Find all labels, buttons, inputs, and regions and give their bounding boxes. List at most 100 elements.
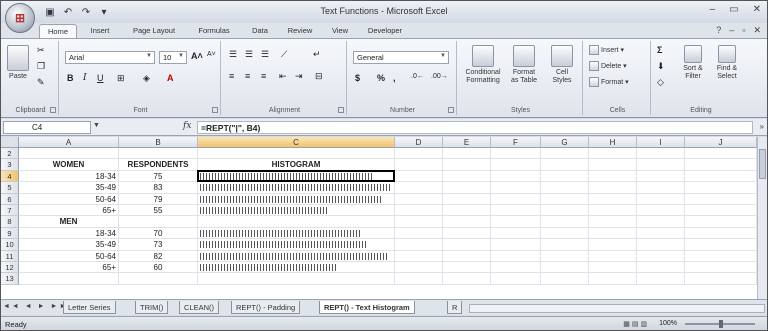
row-header-7[interactable]: 7	[1, 205, 19, 217]
cell-g3[interactable]	[541, 159, 589, 171]
cell-a7[interactable]: 65+	[19, 205, 119, 217]
cell-e6[interactable]	[443, 193, 491, 205]
number-format-combo[interactable]: General ▼	[353, 51, 449, 64]
bold-icon[interactable]: B	[67, 73, 74, 83]
vertical-scroll-thumb[interactable]	[759, 149, 766, 179]
cell-a3[interactable]: WOMEN	[19, 159, 119, 171]
borders-icon[interactable]: ⊞	[117, 73, 125, 84]
cell-f6[interactable]	[491, 193, 541, 205]
row-header-12[interactable]: 12	[1, 262, 19, 274]
cell-g4[interactable]	[541, 170, 589, 183]
row-header-2[interactable]: 2	[1, 148, 19, 160]
minimize-icon[interactable]: –	[729, 25, 734, 36]
column-header-j[interactable]: J	[685, 137, 757, 148]
cell-j3[interactable]	[685, 159, 757, 171]
cell-f12[interactable]	[491, 262, 541, 274]
cell-h5[interactable]	[589, 182, 637, 194]
row-header-13[interactable]: 13	[1, 273, 19, 285]
align-middle-icon[interactable]: ☰	[245, 49, 253, 60]
column-header-a[interactable]: A	[19, 137, 119, 148]
cell-f7[interactable]	[491, 205, 541, 217]
cell-d5[interactable]	[395, 182, 443, 194]
cell-h11[interactable]	[589, 250, 637, 262]
cell-j11[interactable]	[685, 250, 757, 262]
office-button[interactable]: ⊞	[5, 3, 35, 33]
cell-h8[interactable]	[589, 216, 637, 228]
find-select-button[interactable]: Find & Select	[711, 45, 743, 81]
cell-e12[interactable]	[443, 262, 491, 274]
cell-f4[interactable]	[491, 170, 541, 183]
decrease-decimal-icon[interactable]: .00→	[431, 73, 448, 80]
row-header-6[interactable]: 6	[1, 193, 19, 205]
cell-g5[interactable]	[541, 182, 589, 194]
cell-a11[interactable]: 50-64	[19, 250, 119, 262]
paste-button[interactable]: Paste	[5, 45, 31, 81]
cell-h3[interactable]	[589, 159, 637, 171]
cell-e2[interactable]	[443, 148, 491, 160]
cell-b12[interactable]: 60	[119, 262, 198, 274]
cell-d4[interactable]	[395, 170, 443, 183]
expand-formula-bar-icon[interactable]: »	[760, 122, 764, 131]
cell-b3[interactable]: RESPONDENTS	[119, 159, 198, 171]
tab-review[interactable]: Review	[281, 24, 319, 38]
cell-e4[interactable]	[443, 170, 491, 183]
sheet-tab-rept-histogram[interactable]: REPT() - Text Histogram	[319, 301, 415, 314]
cell-g2[interactable]	[541, 148, 589, 160]
wrap-text-icon[interactable]: ↵	[313, 49, 321, 60]
fill-color-icon[interactable]: ◈	[143, 73, 150, 84]
sheet-tab-letter-series[interactable]: Letter Series	[63, 301, 116, 314]
font-name-combo[interactable]: Arial ▼	[65, 51, 155, 64]
column-header-i[interactable]: I	[637, 137, 685, 148]
cell-h9[interactable]	[589, 227, 637, 240]
cell-b13[interactable]	[119, 273, 198, 285]
cell-a10[interactable]: 35-49	[19, 239, 119, 251]
tab-formulas[interactable]: Formulas	[191, 24, 237, 38]
worksheet-grid[interactable]: A B C D E F G H I J 2 3 WOMEN RESPONDENTS HISTOGRAM 4 18…	[1, 137, 757, 299]
cell-b5[interactable]: 83	[119, 182, 198, 194]
cell-i11[interactable]	[637, 250, 685, 262]
cell-c13[interactable]	[198, 273, 395, 285]
cell-d9[interactable]	[395, 227, 443, 240]
cell-g7[interactable]	[541, 205, 589, 217]
cell-e10[interactable]	[443, 239, 491, 251]
cell-a8[interactable]: MEN	[19, 216, 119, 228]
align-center-icon[interactable]: ≡	[245, 71, 250, 81]
align-right-icon[interactable]: ≡	[261, 71, 266, 81]
cell-j5[interactable]	[685, 182, 757, 194]
cell-b2[interactable]	[119, 148, 198, 160]
cell-e13[interactable]	[443, 273, 491, 285]
tab-insert[interactable]: Insert	[83, 24, 117, 38]
select-all-corner[interactable]	[1, 137, 19, 148]
currency-button[interactable]: $	[355, 73, 360, 83]
cell-f8[interactable]	[491, 216, 541, 228]
cell-h7[interactable]	[589, 205, 637, 217]
name-box[interactable]: C4	[3, 121, 91, 134]
comma-button[interactable]: ,	[393, 73, 396, 83]
cell-i12[interactable]	[637, 262, 685, 274]
cell-a6[interactable]: 50-64	[19, 193, 119, 205]
cell-d6[interactable]	[395, 193, 443, 205]
cell-i9[interactable]	[637, 227, 685, 240]
cell-d7[interactable]	[395, 205, 443, 217]
cell-a9[interactable]: 18-34	[19, 227, 119, 240]
cell-j6[interactable]	[685, 193, 757, 205]
sheet-tab-clean[interactable]: CLEAN()	[179, 301, 220, 314]
conditional-formatting-button[interactable]: Conditional Formatting	[461, 45, 505, 85]
cell-d11[interactable]	[395, 250, 443, 262]
cell-f13[interactable]	[491, 273, 541, 285]
cell-d8[interactable]	[395, 216, 443, 228]
align-left-icon[interactable]: ≡	[229, 71, 234, 81]
italic-icon[interactable]: I	[83, 73, 87, 83]
clipboard-launcher-icon[interactable]	[50, 107, 56, 113]
number-launcher-icon[interactable]	[448, 107, 454, 113]
cell-j12[interactable]	[685, 262, 757, 274]
cell-i13[interactable]	[637, 273, 685, 285]
format-as-table-button[interactable]: Format as Table	[505, 45, 543, 85]
cell-i5[interactable]	[637, 182, 685, 194]
cell-j10[interactable]	[685, 239, 757, 251]
delete-cells-button[interactable]: Delete ▾	[589, 61, 627, 71]
font-size-combo[interactable]: 10 ▼	[159, 51, 187, 64]
close-icon[interactable]: ✕	[753, 25, 761, 36]
row-header-8[interactable]: 8	[1, 216, 19, 228]
shrink-font-icon[interactable]: A˅	[207, 51, 216, 58]
